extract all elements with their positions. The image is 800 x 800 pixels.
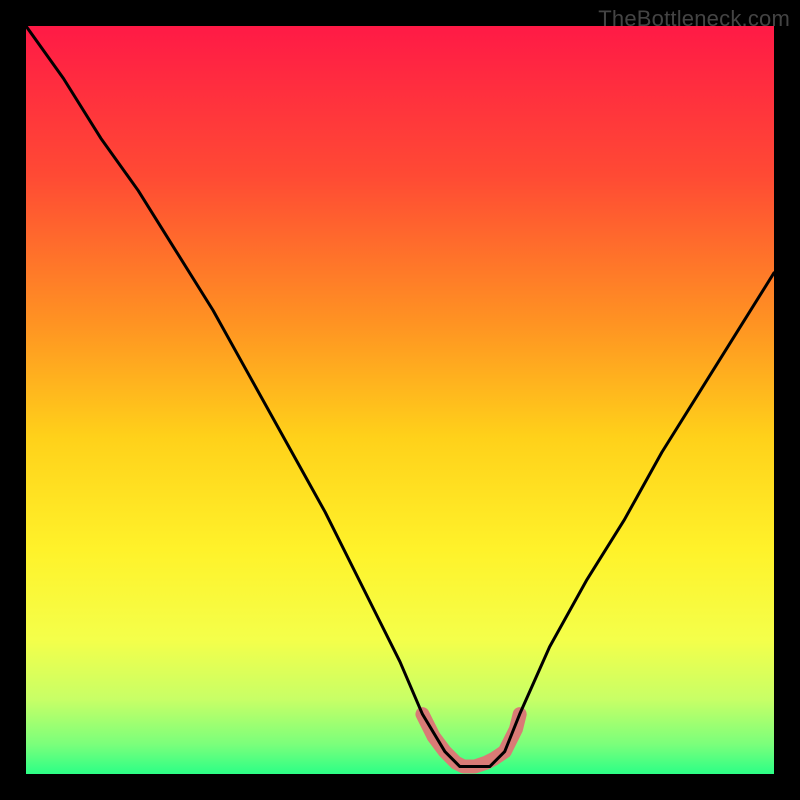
bottleneck-curve-line — [26, 26, 774, 767]
plot-lines — [26, 26, 774, 774]
plot-area — [26, 26, 774, 774]
chart-stage: TheBottleneck.com — [0, 0, 800, 800]
attribution-label: TheBottleneck.com — [598, 6, 790, 32]
